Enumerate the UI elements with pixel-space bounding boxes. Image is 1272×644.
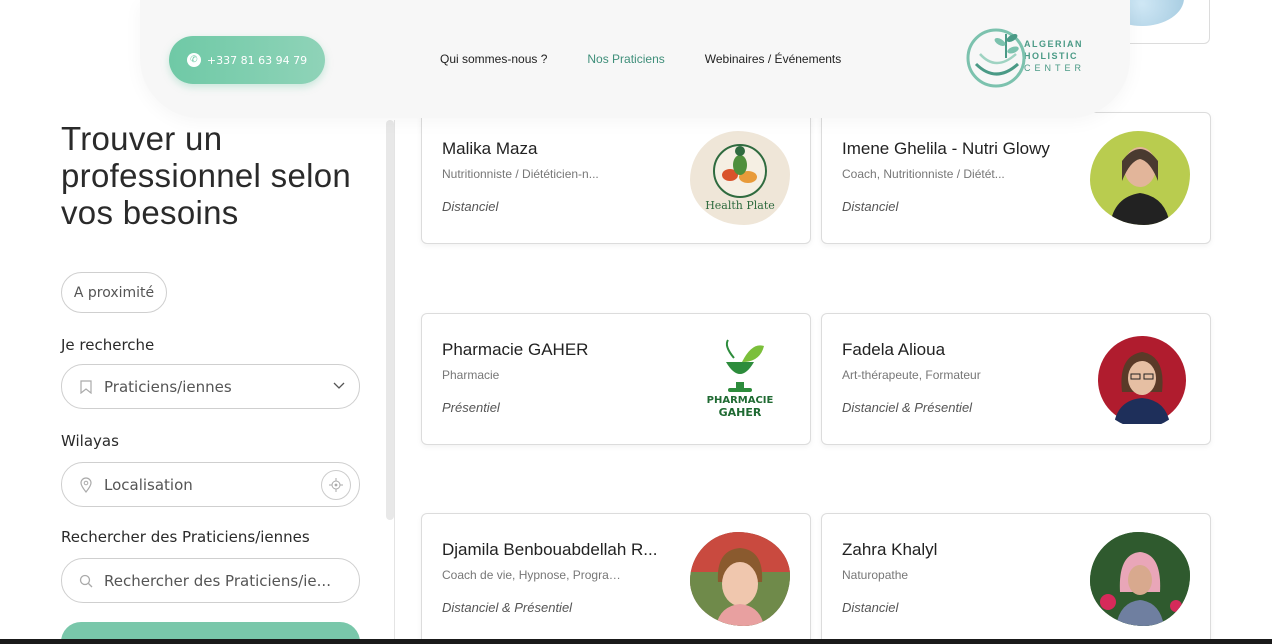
site-header: +337 81 63 94 79 Qui sommes-nous ? Nos P… (140, 0, 1130, 118)
taskbar-edge (0, 639, 1272, 644)
practitioner-name: Djamila Benbouabdellah R... (442, 540, 658, 559)
pharmacie-gaher-logo: PHARMACIE GAHER (690, 332, 790, 426)
search-type-label: Je recherche (61, 336, 155, 354)
keyword-label: Rechercher des Praticiens/iennes (61, 528, 310, 546)
logo-text: ALGERIAN HOLISTIC CENTER (1024, 39, 1086, 73)
practitioner-card[interactable]: Imene Ghelila - Nutri Glowy Coach, Nutri… (821, 112, 1211, 244)
svg-text:Health Plate: Health Plate (705, 199, 775, 212)
phone-number: +337 81 63 94 79 (206, 53, 308, 67)
practitioner-name: Pharmacie GAHER (442, 340, 589, 359)
keyword-placeholder: Rechercher des Praticiens/ie... (104, 571, 331, 590)
page-title: Trouver un professionnel selon vos besoi… (61, 120, 352, 231)
practitioner-card[interactable]: Zahra Khalyl Naturopathe Distanciel (821, 513, 1211, 644)
bookmark-icon (78, 379, 94, 395)
whatsapp-icon (186, 53, 201, 67)
site-logo[interactable]: ALGERIAN HOLISTIC CENTER (966, 22, 1096, 92)
panel-scrollbar[interactable] (386, 120, 394, 520)
practitioner-profession: Coach, Nutritionniste / Diétét... (842, 167, 1005, 181)
practitioner-profession: Nutritionniste / Diététicien-n... (442, 167, 599, 181)
practitioner-mode: Distanciel & Présentiel (842, 400, 973, 415)
leaf-swirl-icon (966, 28, 1026, 88)
practitioner-name: Zahra Khalyl (842, 540, 938, 559)
divider (394, 120, 395, 644)
location-placeholder: Localisation (104, 475, 193, 494)
practitioner-photo (690, 532, 790, 626)
phone-button[interactable]: +337 81 63 94 79 (169, 36, 325, 84)
practitioner-profession: Pharmacie (442, 368, 500, 382)
practitioner-photo (1090, 532, 1190, 626)
nav-practitioners[interactable]: Nos Praticiens (587, 52, 664, 66)
proximity-button[interactable]: A proximité (61, 272, 167, 313)
practitioner-photo (1094, 332, 1190, 428)
practitioner-card[interactable]: Djamila Benbouabdellah R... Coach de vie… (421, 513, 811, 644)
practitioner-profession: Art-thérapeute, Formateur (842, 368, 981, 382)
chevron-down-icon (333, 379, 345, 393)
health-plate-logo: Health Plate (690, 131, 790, 225)
practitioner-mode: Présentiel (442, 400, 500, 415)
practitioner-photo (1090, 131, 1190, 225)
practitioner-mode: Distanciel (842, 600, 899, 615)
locate-me-icon[interactable] (321, 470, 351, 500)
practitioner-name: Imene Ghelila - Nutri Glowy (842, 139, 1050, 158)
practitioner-card[interactable]: Pharmacie GAHER Pharmacie Présentiel PHA… (421, 313, 811, 445)
wilaya-label: Wilayas (61, 432, 119, 450)
practitioner-profession: Naturopathe (842, 568, 909, 582)
practitioner-mode: Distanciel (442, 199, 499, 214)
search-icon (78, 573, 94, 589)
search-type-value: Praticiens/iennes (104, 377, 232, 396)
practitioner-profession: Coach de vie, Hypnose, Program... (442, 568, 622, 582)
nav-webinars[interactable]: Webinaires / Événements (705, 52, 842, 66)
practitioner-name: Malika Maza (442, 139, 538, 158)
practitioner-name: Fadela Alioua (842, 340, 946, 359)
practitioner-card[interactable]: Malika Maza Nutritionniste / Diététicien… (421, 112, 811, 244)
nav-about[interactable]: Qui sommes-nous ? (440, 52, 547, 66)
location-input[interactable]: Localisation (61, 462, 360, 507)
practitioner-mode: Distanciel (842, 199, 899, 214)
filter-panel: Trouver un professionnel selon vos besoi… (61, 120, 361, 644)
svg-text:GAHER: GAHER (719, 406, 762, 419)
svg-text:PHARMACIE: PHARMACIE (707, 395, 774, 406)
practitioner-mode: Distanciel & Présentiel (442, 600, 573, 615)
main-nav: Qui sommes-nous ? Nos Praticiens Webinai… (440, 52, 841, 66)
map-pin-icon (78, 476, 94, 493)
keyword-search-input[interactable]: Rechercher des Praticiens/ie... (61, 558, 360, 603)
search-type-select[interactable]: Praticiens/iennes (61, 364, 360, 409)
practitioner-card[interactable]: Fadela Alioua Art-thérapeute, Formateur … (821, 313, 1211, 445)
